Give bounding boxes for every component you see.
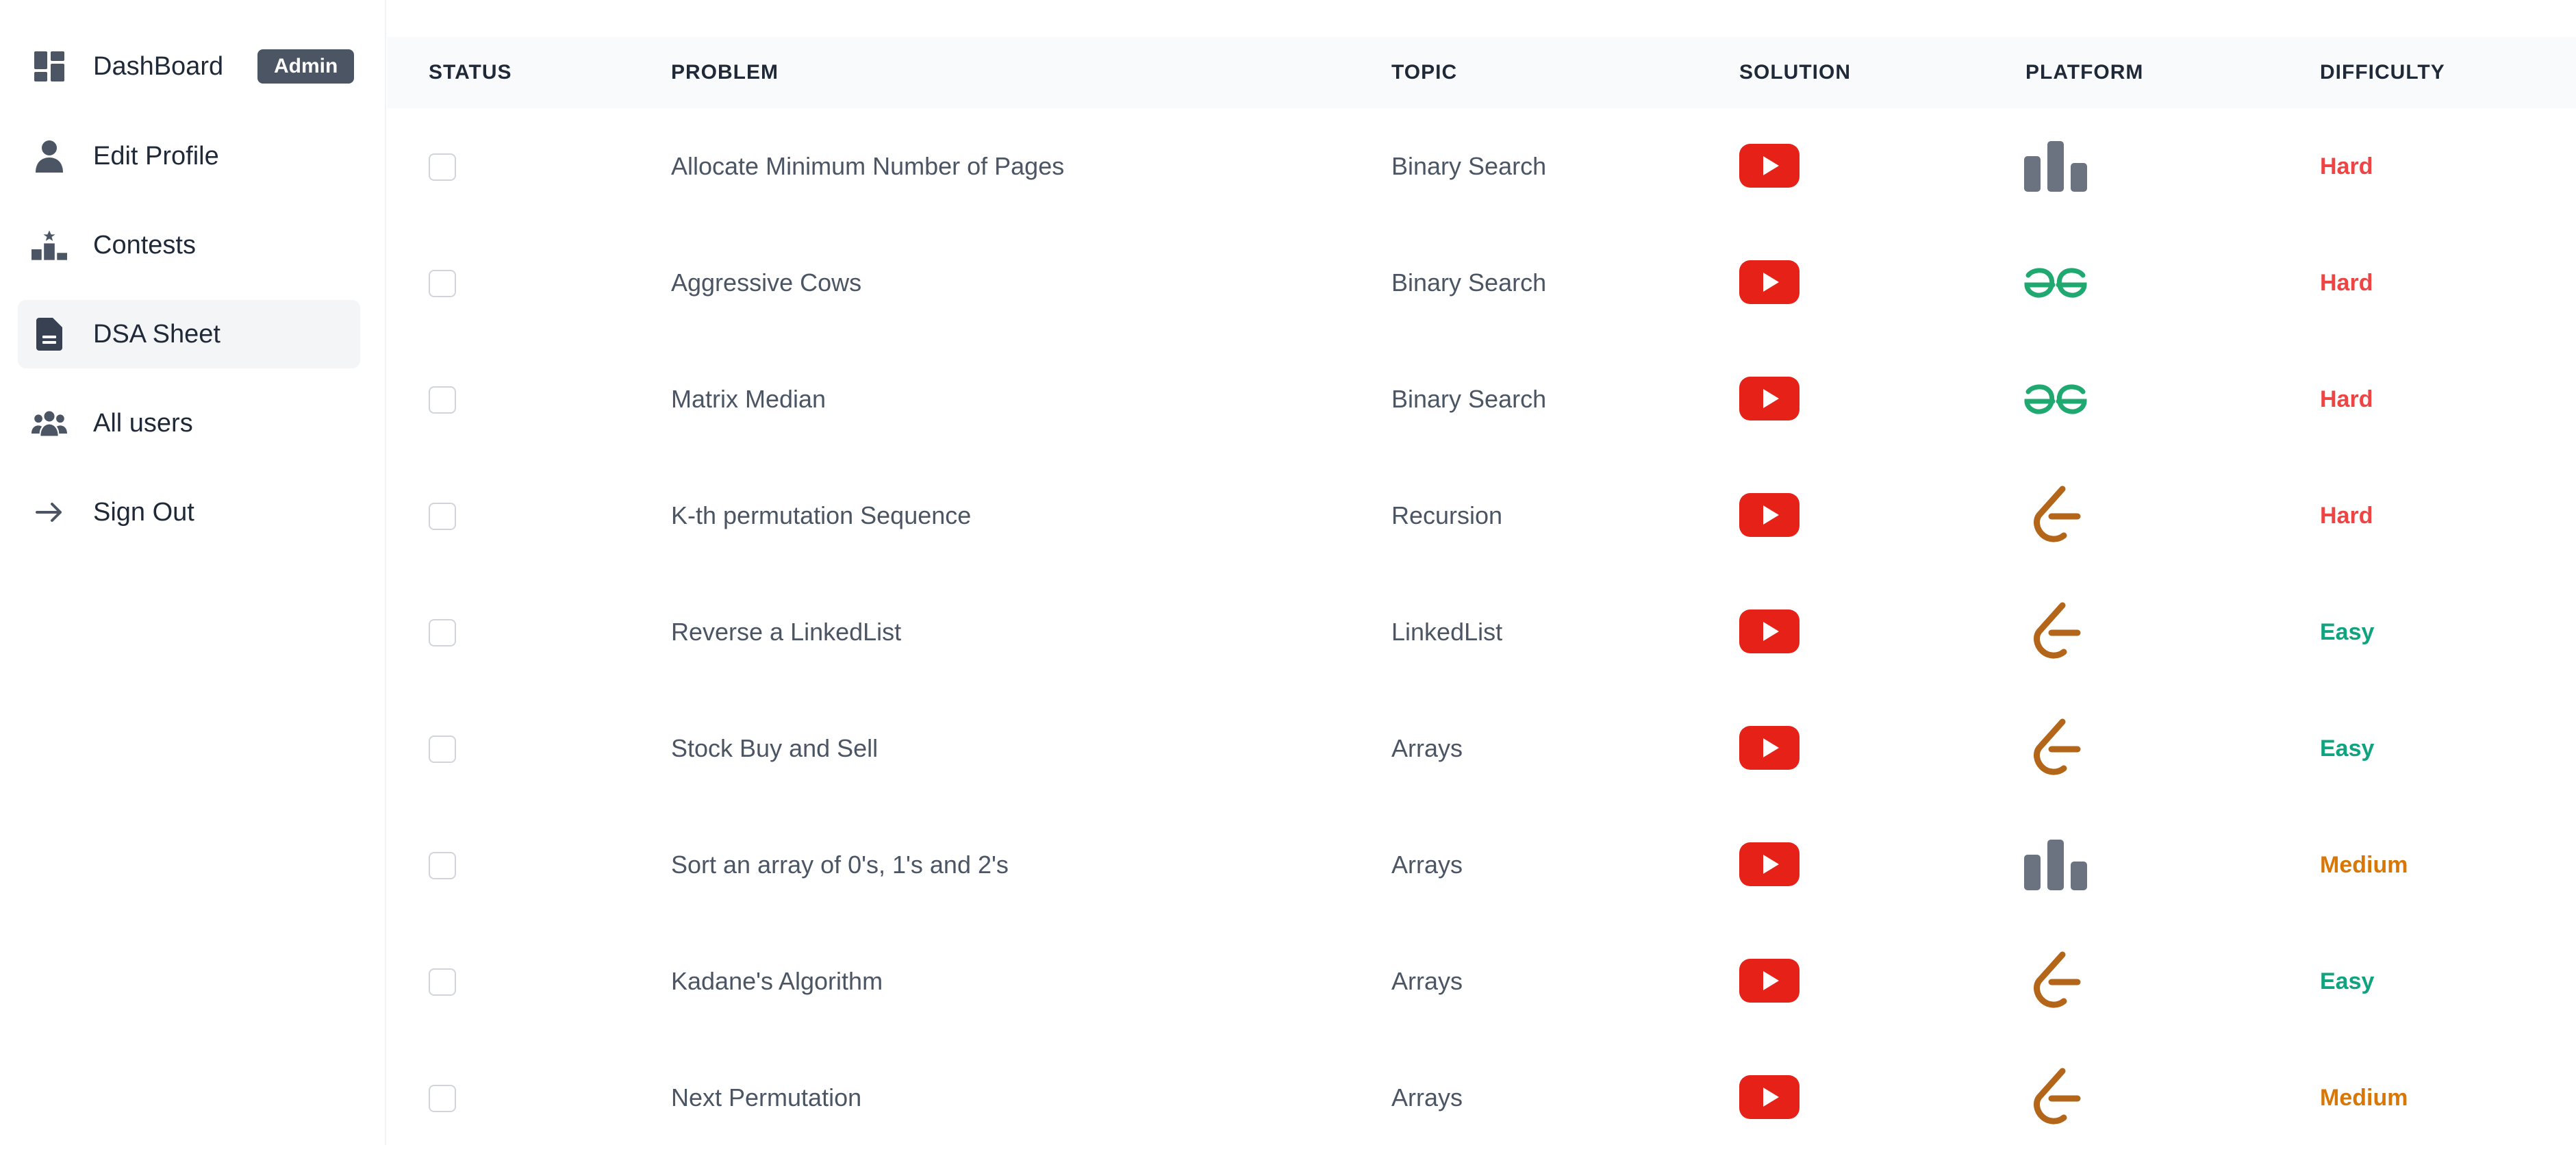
difficulty-label: Hard — [2320, 153, 2373, 179]
table-row: Sort an array of 0's, 1's and 2's Arrays M… — [388, 807, 2576, 923]
sidebar-item-label: Contests — [93, 231, 196, 260]
status-checkbox[interactable] — [429, 619, 456, 646]
sidebar-item-edit-profile[interactable]: Edit Profile — [18, 122, 360, 190]
user-icon — [31, 138, 67, 174]
youtube-icon[interactable] — [1739, 610, 1800, 653]
topic-name: Arrays — [1391, 851, 1463, 879]
table-row: Aggressive Cows Binary Search Hard — [388, 225, 2576, 341]
difficulty-label: Medium — [2320, 1085, 2408, 1111]
header-status: STATUS — [429, 61, 512, 84]
podium-icon — [31, 227, 67, 263]
arrow-right-icon — [31, 494, 67, 530]
status-checkbox[interactable] — [429, 852, 456, 879]
difficulty-label: Easy — [2320, 968, 2375, 994]
geeksforgeeks-icon[interactable] — [2023, 368, 2088, 430]
problem-name: Next Permutation — [671, 1083, 862, 1111]
youtube-icon[interactable] — [1739, 260, 1800, 304]
problem-name: Reverse a LinkedList — [671, 618, 902, 646]
dsa-sheet-table: STATUS PROBLEM TOPIC SOLUTION PLATFORM D… — [388, 0, 2576, 1145]
topic-name: Binary Search — [1391, 268, 1547, 297]
difficulty-label: Hard — [2320, 503, 2373, 529]
users-icon — [31, 405, 67, 441]
youtube-icon[interactable] — [1739, 1075, 1800, 1119]
status-checkbox[interactable] — [429, 153, 456, 181]
youtube-icon[interactable] — [1739, 726, 1800, 770]
youtube-icon[interactable] — [1739, 144, 1800, 188]
difficulty-label: Hard — [2320, 270, 2373, 296]
problem-name: Allocate Minimum Number of Pages — [671, 152, 1065, 180]
header-topic: TOPIC — [1391, 61, 1458, 84]
table-row: K-th permutation Sequence Recursion Hard — [388, 457, 2576, 574]
topic-name: LinkedList — [1391, 618, 1503, 646]
leetcode-icon[interactable] — [2023, 718, 2088, 779]
topic-name: Arrays — [1391, 1083, 1463, 1111]
topic-name: Binary Search — [1391, 385, 1547, 413]
sidebar-item-label: All users — [93, 409, 193, 438]
sidebar-item-label: Edit Profile — [93, 142, 219, 171]
table-row: Reverse a LinkedList LinkedList Easy — [388, 574, 2576, 690]
leetcode-icon[interactable] — [2023, 1067, 2088, 1129]
leetcode-icon[interactable] — [2023, 951, 2088, 1012]
problem-name: Stock Buy and Sell — [671, 734, 879, 762]
youtube-icon[interactable] — [1739, 959, 1800, 1003]
sidebar-item-sign-out[interactable]: Sign Out — [18, 478, 360, 546]
codingninjas-icon[interactable] — [2023, 834, 2088, 896]
youtube-icon[interactable] — [1739, 842, 1800, 886]
sidebar-item-label: DSA Sheet — [93, 320, 220, 349]
admin-badge: Admin — [257, 49, 355, 84]
sidebar-item-label: Sign Out — [93, 498, 194, 527]
sidebar-item-label: DashBoard — [93, 52, 224, 81]
sidebar-item-contests[interactable]: Contests — [18, 211, 360, 279]
problem-name: Aggressive Cows — [671, 268, 862, 297]
youtube-icon[interactable] — [1739, 493, 1800, 537]
status-checkbox[interactable] — [429, 270, 456, 297]
difficulty-label: Easy — [2320, 619, 2375, 645]
problem-name: K-th permutation Sequence — [671, 501, 972, 529]
status-checkbox[interactable] — [429, 968, 456, 996]
topic-name: Arrays — [1391, 734, 1463, 762]
codingninjas-icon[interactable] — [2023, 136, 2088, 197]
table-header: STATUS PROBLEM TOPIC SOLUTION PLATFORM D… — [388, 37, 2576, 108]
difficulty-label: Easy — [2320, 736, 2375, 762]
header-problem: PROBLEM — [671, 61, 779, 84]
topic-name: Recursion — [1391, 501, 1503, 529]
table-row: Kadane's Algorithm Arrays Easy — [388, 923, 2576, 1040]
topic-name: Binary Search — [1391, 152, 1547, 180]
difficulty-label: Medium — [2320, 852, 2408, 878]
status-checkbox[interactable] — [429, 736, 456, 763]
status-checkbox[interactable] — [429, 1085, 456, 1112]
document-icon — [31, 316, 67, 352]
table-row: Allocate Minimum Number of Pages Binary S… — [388, 108, 2576, 225]
topic-name: Arrays — [1391, 967, 1463, 995]
geeksforgeeks-icon[interactable] — [2023, 252, 2088, 314]
problem-name: Kadane's Algorithm — [671, 967, 883, 995]
table-row: Next Permutation Arrays Medium — [388, 1040, 2576, 1156]
problem-name: Sort an array of 0's, 1's and 2's — [671, 851, 1009, 879]
header-solution: SOLUTION — [1739, 61, 1851, 84]
difficulty-label: Hard — [2320, 386, 2373, 412]
status-checkbox[interactable] — [429, 386, 456, 414]
problem-name: Matrix Median — [671, 385, 826, 413]
sidebar-item-dsa-sheet[interactable]: DSA Sheet — [18, 300, 360, 368]
leetcode-icon[interactable] — [2023, 601, 2088, 663]
header-difficulty: DIFFICULTY — [2320, 61, 2445, 84]
table-row: Stock Buy and Sell Arrays Easy — [388, 690, 2576, 807]
sidebar-item-all-users[interactable]: All users — [18, 389, 360, 457]
header-platform: PLATFORM — [2025, 61, 2144, 84]
leetcode-icon[interactable] — [2023, 485, 2088, 546]
youtube-icon[interactable] — [1739, 377, 1800, 420]
dashboard-icon — [31, 49, 67, 84]
status-checkbox[interactable] — [429, 503, 456, 530]
table-row: Matrix Median Binary Search Hard — [388, 341, 2576, 457]
sidebar: DashBoard Admin Edit Profile Contests DS… — [0, 0, 386, 1145]
